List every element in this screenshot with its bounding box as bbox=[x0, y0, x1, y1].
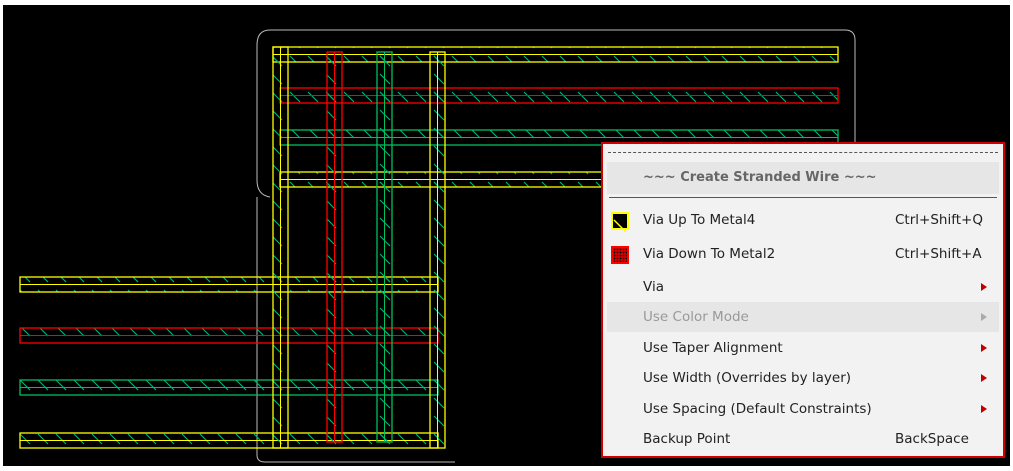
menu-item-label: Use Color Mode bbox=[643, 309, 749, 325]
via-down-metal2-icon bbox=[611, 246, 629, 264]
submenu-arrow-icon bbox=[981, 405, 987, 413]
menu-item-use-width[interactable]: Use Width (Overrides by layer) bbox=[607, 363, 999, 393]
shortcut-label: Ctrl+Shift+A bbox=[895, 246, 982, 262]
shortcut-label: Ctrl+Shift+Q bbox=[895, 212, 983, 228]
menu-item-use-spacing[interactable]: Use Spacing (Default Constraints) bbox=[607, 394, 999, 424]
menu-item-label: Via Up To Metal4 bbox=[643, 212, 756, 228]
submenu-arrow-icon bbox=[981, 344, 987, 352]
menu-item-label: Via bbox=[643, 279, 664, 295]
menu-item-use-taper-alignment[interactable]: Use Taper Alignment bbox=[607, 333, 999, 363]
menu-item-label: Via Down To Metal2 bbox=[643, 246, 776, 262]
menu-item-label: Use Taper Alignment bbox=[643, 340, 783, 356]
menu-item-use-color-mode: Use Color Mode bbox=[607, 302, 999, 332]
menu-item-label: Backup Point bbox=[643, 431, 731, 447]
menu-item-label: Use Spacing (Default Constraints) bbox=[643, 401, 872, 417]
menu-title: ~~~ Create Stranded Wire ~~~ bbox=[607, 162, 999, 194]
submenu-arrow-icon bbox=[981, 313, 987, 321]
menu-item-label: Use Width (Overrides by layer) bbox=[643, 370, 852, 386]
context-menu: ~~~ Create Stranded Wire ~~~ Via Up To M… bbox=[601, 142, 1005, 458]
submenu-arrow-icon bbox=[981, 374, 987, 382]
menu-item-via-up[interactable]: Via Up To Metal4 Ctrl+Shift+Q bbox=[607, 205, 999, 235]
tear-off-line[interactable] bbox=[608, 152, 998, 153]
menu-item-via[interactable]: Via bbox=[607, 272, 999, 302]
via-up-metal4-icon bbox=[611, 212, 629, 233]
submenu-arrow-icon bbox=[981, 283, 987, 291]
menu-item-via-down[interactable]: Via Down To Metal2 Ctrl+Shift+A bbox=[607, 239, 999, 269]
shortcut-label: BackSpace bbox=[895, 431, 969, 447]
separator bbox=[609, 197, 997, 198]
menu-item-backup-point[interactable]: Backup Point BackSpace bbox=[607, 424, 999, 454]
